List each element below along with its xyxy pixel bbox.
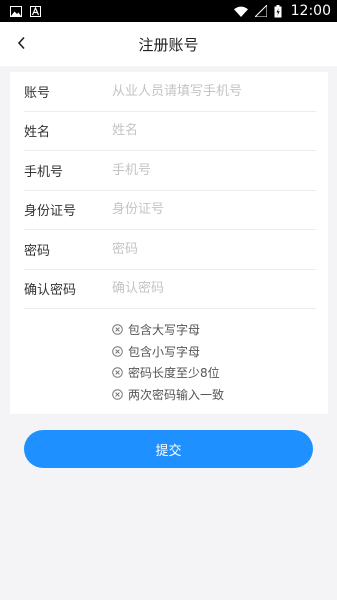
account-label: 账号 (24, 85, 51, 101)
rule-lowercase: 包含小写字母 (112, 341, 328, 363)
rule-text: 包含大写字母 (128, 323, 201, 338)
status-bar: 12:00 (0, 0, 337, 22)
phone-row: 手机号 (24, 151, 316, 191)
x-circle-icon (112, 388, 123, 400)
x-circle-icon (112, 324, 123, 336)
rule-text: 密码长度至少8位 (128, 366, 220, 381)
id-number-row: 身份证号 (24, 191, 316, 230)
submit-button[interactable]: 提交 (24, 430, 313, 468)
account-row: 账号 (24, 72, 316, 112)
a-icon (30, 5, 41, 17)
id-number-input[interactable] (112, 202, 316, 218)
x-circle-icon (112, 345, 123, 357)
battery-icon (274, 4, 282, 18)
name-input[interactable] (112, 123, 316, 139)
rule-uppercase: 包含大写字母 (112, 319, 328, 341)
title-bar: 注册账号 (0, 22, 337, 66)
back-button[interactable] (10, 32, 34, 56)
confirm-password-input[interactable] (112, 281, 316, 297)
confirm-password-row: 确认密码 (24, 270, 316, 309)
status-time: 12:00 (290, 3, 331, 19)
password-row: 密码 (24, 230, 316, 270)
page-title: 注册账号 (138, 35, 199, 54)
phone-input[interactable] (112, 162, 316, 178)
signal-icon (254, 5, 267, 17)
name-row: 姓名 (24, 112, 316, 151)
name-label: 姓名 (24, 125, 51, 141)
register-form: 账号 姓名 手机号 身份证号 密码 确认密码 包含大写字母 包含小写字母 (10, 72, 328, 414)
password-input[interactable] (112, 241, 316, 257)
password-label: 密码 (24, 243, 51, 259)
rule-text: 包含小写字母 (128, 344, 201, 359)
confirm-password-label: 确认密码 (24, 283, 77, 299)
back-arrow-icon (17, 35, 27, 54)
rule-min-length: 密码长度至少8位 (112, 362, 328, 384)
rule-passwords-match: 两次密码输入一致 (112, 384, 328, 406)
image-icon (10, 5, 22, 17)
account-input[interactable] (112, 83, 316, 99)
password-rules: 包含大写字母 包含小写字母 密码长度至少8位 两次密码输入一致 (10, 309, 328, 405)
status-bar-left (10, 5, 41, 17)
rule-text: 两次密码输入一致 (128, 387, 225, 402)
wifi-icon (233, 6, 248, 17)
phone-label: 手机号 (24, 164, 64, 180)
x-circle-icon (112, 367, 123, 379)
status-bar-right: 12:00 (233, 3, 331, 19)
id-number-label: 身份证号 (24, 204, 77, 220)
